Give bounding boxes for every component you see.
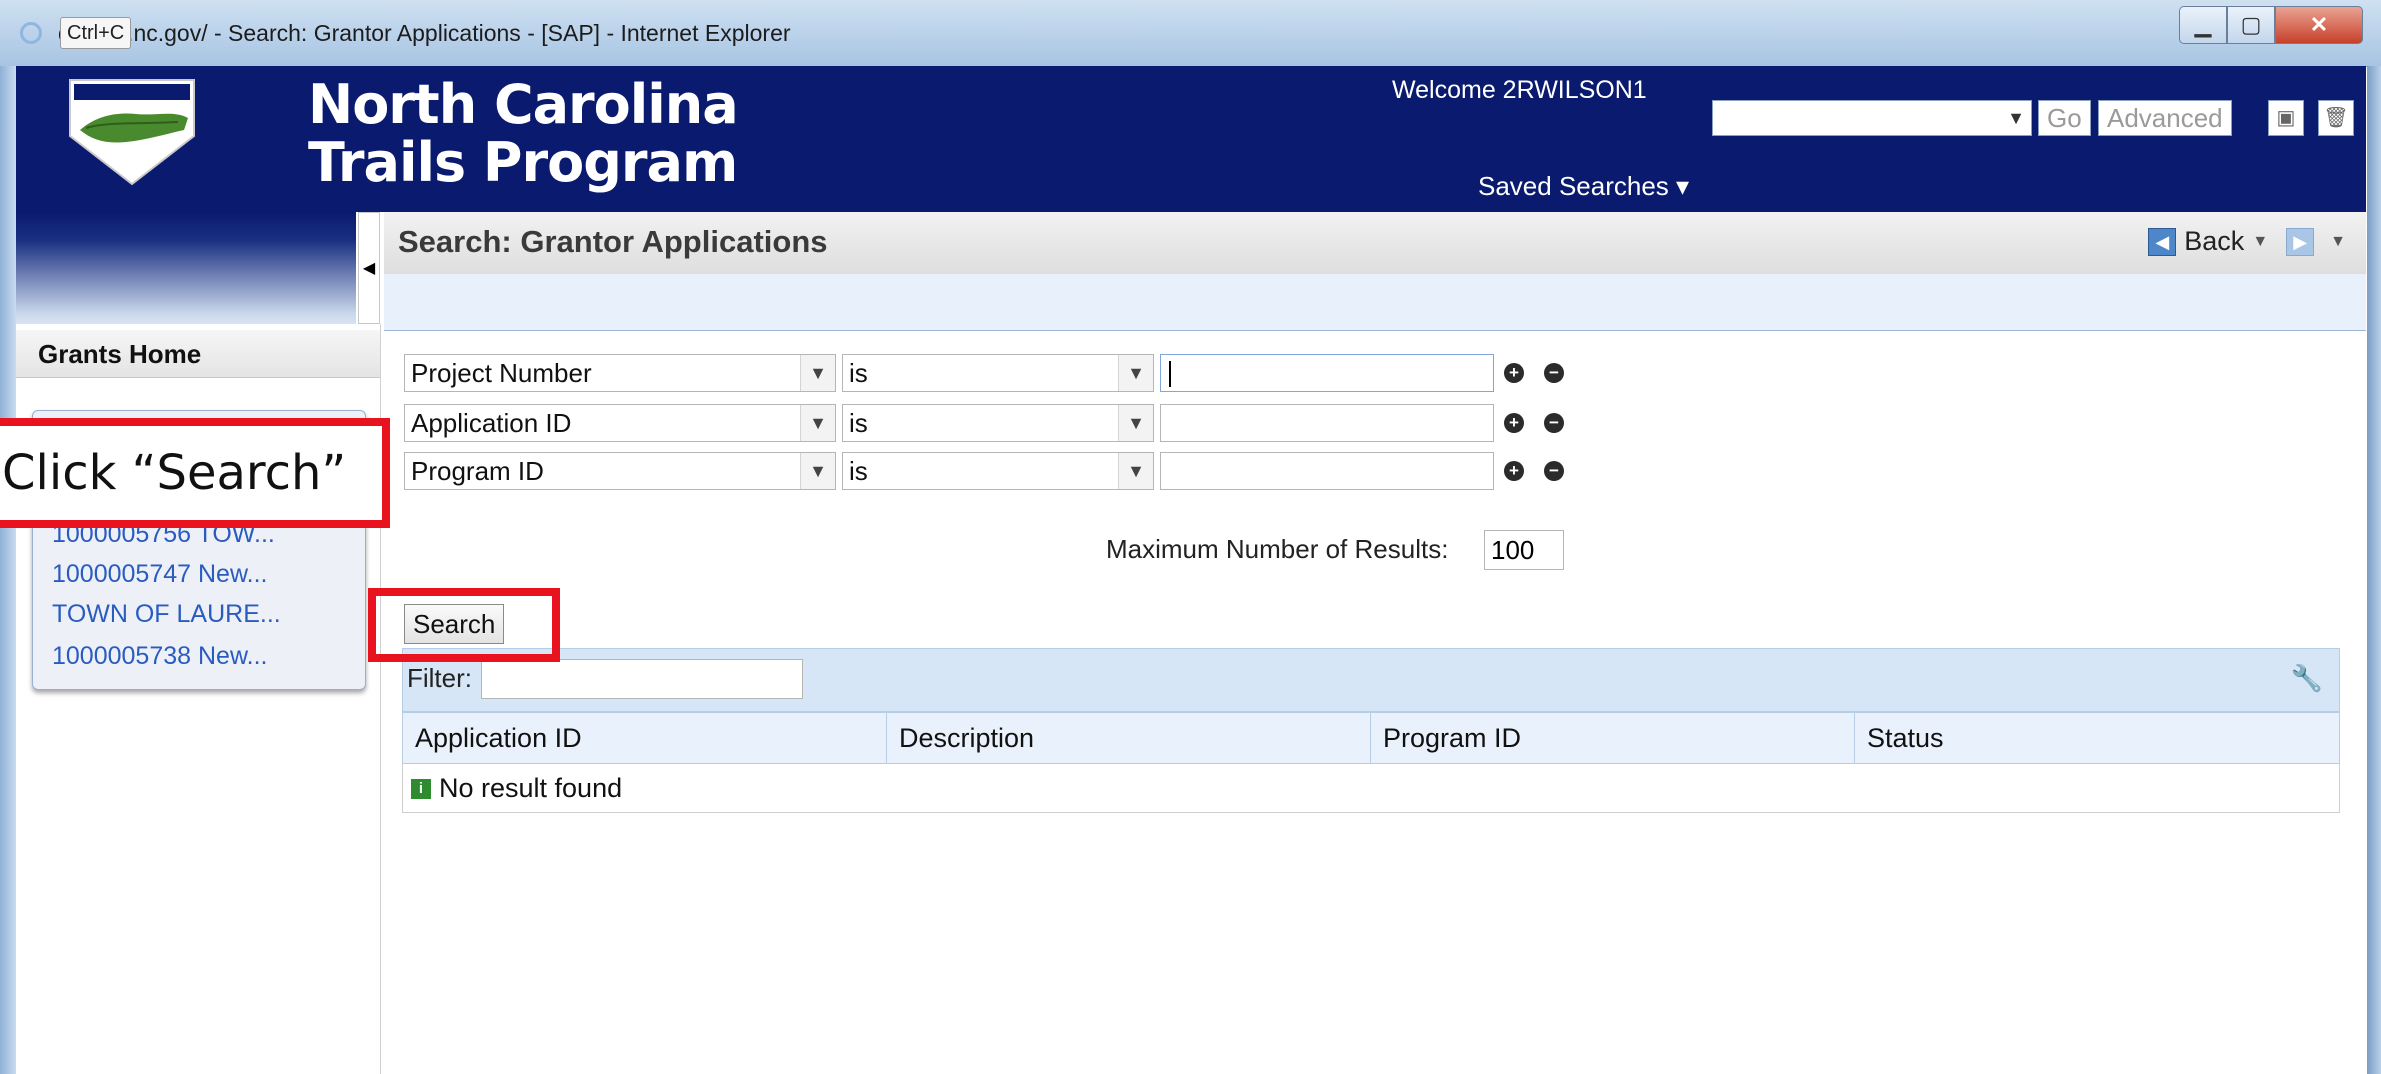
filter-input[interactable] xyxy=(481,659,803,699)
forward-dropdown-icon[interactable]: ▼ xyxy=(2330,233,2346,251)
grants-home-title: Grants Home xyxy=(16,330,380,378)
filter-bar: Filter: 🔧 xyxy=(402,648,2340,712)
empty-result-cell: i No result found xyxy=(402,763,2340,813)
browser-icon xyxy=(20,22,42,44)
chevron-down-icon[interactable]: ▼ xyxy=(1118,355,1153,391)
instruction-callout: Click “Search” xyxy=(0,418,390,528)
back-button[interactable]: Back xyxy=(2184,226,2244,257)
filter-label: Filter: xyxy=(407,663,472,693)
program-title-line2: Trails Program xyxy=(308,131,738,194)
operator-select-value: is xyxy=(849,408,868,438)
chevron-down-icon[interactable]: ▼ xyxy=(1118,405,1153,441)
operator-select-value: is xyxy=(849,456,868,486)
operator-select[interactable]: is ▼ xyxy=(842,452,1154,490)
back-arrow-icon[interactable]: ◀ xyxy=(2148,227,2177,256)
text-cursor xyxy=(1169,361,1171,387)
search-button[interactable]: Search xyxy=(404,604,505,644)
forward-arrow-icon[interactable]: ▶ xyxy=(2286,227,2315,256)
wrench-icon[interactable]: 🔧 xyxy=(2291,663,2323,694)
page-title: Search: Grantor Applications xyxy=(398,224,828,259)
operator-select[interactable]: is ▼ xyxy=(842,404,1154,442)
column-header-status[interactable]: Status xyxy=(1854,712,2340,764)
program-title-line1: North Carolina xyxy=(308,73,739,136)
chevron-down-icon[interactable]: ▼ xyxy=(800,453,835,489)
empty-result-message: No result found xyxy=(439,772,623,803)
history-nav: ◀ Back ▼ ▶ ▼ xyxy=(2148,226,2346,257)
value-input[interactable] xyxy=(1160,404,1494,442)
sidebar-header xyxy=(16,212,356,324)
value-input[interactable] xyxy=(1160,354,1494,392)
column-header-application-id[interactable]: Application ID xyxy=(402,712,887,764)
save-search-icon[interactable]: ▣ xyxy=(2268,100,2304,136)
field-select[interactable]: Application ID ▼ xyxy=(404,404,836,442)
window-title: qa.ebs.nc.gov/ - Search: Grantor Applica… xyxy=(58,20,791,46)
go-button[interactable]: Go xyxy=(2038,100,2091,136)
remove-row-icon[interactable]: − xyxy=(1544,363,1564,383)
close-icon[interactable]: ✕ xyxy=(2275,6,2363,44)
column-header-program-id[interactable]: Program ID xyxy=(1370,712,1855,764)
chevron-down-icon[interactable]: ▼ xyxy=(800,405,835,441)
window-frame-right xyxy=(2367,66,2381,1074)
chevron-down-icon[interactable]: ▼ xyxy=(2001,101,2031,135)
keyboard-hint-badge: Ctrl+C xyxy=(60,17,132,49)
welcome-text: Welcome 2RWILSON1 xyxy=(1392,76,1647,104)
saved-searches-menu[interactable]: Saved Searches ▾ xyxy=(1478,171,1689,202)
toolbar-strip xyxy=(384,274,2366,331)
state-parks-logo xyxy=(69,79,195,186)
operator-select-value: is xyxy=(849,358,868,388)
field-select[interactable]: Program ID ▼ xyxy=(404,452,836,490)
operator-select[interactable]: is ▼ xyxy=(842,354,1154,392)
recent-item[interactable]: TOWN OF LAURE... xyxy=(52,600,281,629)
recent-item[interactable]: 1000005747 New... xyxy=(52,560,267,589)
saved-searches-label: Saved Searches xyxy=(1478,171,1669,201)
max-results-input[interactable]: 100 xyxy=(1484,530,1564,570)
field-select[interactable]: Project Number ▼ xyxy=(404,354,836,392)
recent-item[interactable]: 1000005738 New... xyxy=(52,642,267,671)
delete-icon[interactable]: 🗑 xyxy=(2318,100,2354,136)
remove-row-icon[interactable]: − xyxy=(1544,413,1564,433)
collapse-sidebar-icon[interactable]: ◀ xyxy=(358,212,380,324)
advanced-button[interactable]: Advanced xyxy=(2098,100,2232,136)
program-title: North Carolina Trails Program xyxy=(308,73,739,194)
table-row: i No result found xyxy=(402,763,2340,813)
remove-row-icon[interactable]: − xyxy=(1544,461,1564,481)
value-input[interactable] xyxy=(1160,452,1494,490)
back-dropdown-icon[interactable]: ▼ xyxy=(2252,233,2268,251)
info-icon: i xyxy=(411,779,431,800)
maximize-icon[interactable]: ▢ xyxy=(2227,6,2275,44)
add-row-icon[interactable]: + xyxy=(1504,461,1524,481)
window-controls: ▁ ▢ ✕ xyxy=(2179,6,2363,46)
app-banner: North Carolina Trails Program Welcome 2R… xyxy=(16,66,2366,212)
dropdown-caret-icon: ▾ xyxy=(1676,171,1690,201)
add-row-icon[interactable]: + xyxy=(1504,363,1524,383)
window-frame-left xyxy=(0,66,16,1074)
saved-searches-select[interactable]: ▼ xyxy=(1712,100,2032,136)
chevron-down-icon[interactable]: ▼ xyxy=(1118,453,1153,489)
field-select-value: Program ID xyxy=(411,456,544,486)
window-titlebar: qa.ebs.nc.gov/ - Search: Grantor Applica… xyxy=(0,0,2381,67)
chevron-down-icon[interactable]: ▼ xyxy=(800,355,835,391)
page-header: Search: Grantor Applications ◀ Back ▼ ▶ … xyxy=(384,212,2366,275)
add-row-icon[interactable]: + xyxy=(1504,413,1524,433)
table-header-row: Application ID Description Program ID St… xyxy=(402,712,2340,764)
results-table: Application ID Description Program ID St… xyxy=(402,712,2340,813)
field-select-value: Project Number xyxy=(411,358,592,388)
column-header-description[interactable]: Description xyxy=(886,712,1371,764)
field-select-value: Application ID xyxy=(411,408,572,438)
max-results-label: Maximum Number of Results: xyxy=(1106,534,1449,564)
minimize-icon[interactable]: ▁ xyxy=(2179,6,2227,44)
